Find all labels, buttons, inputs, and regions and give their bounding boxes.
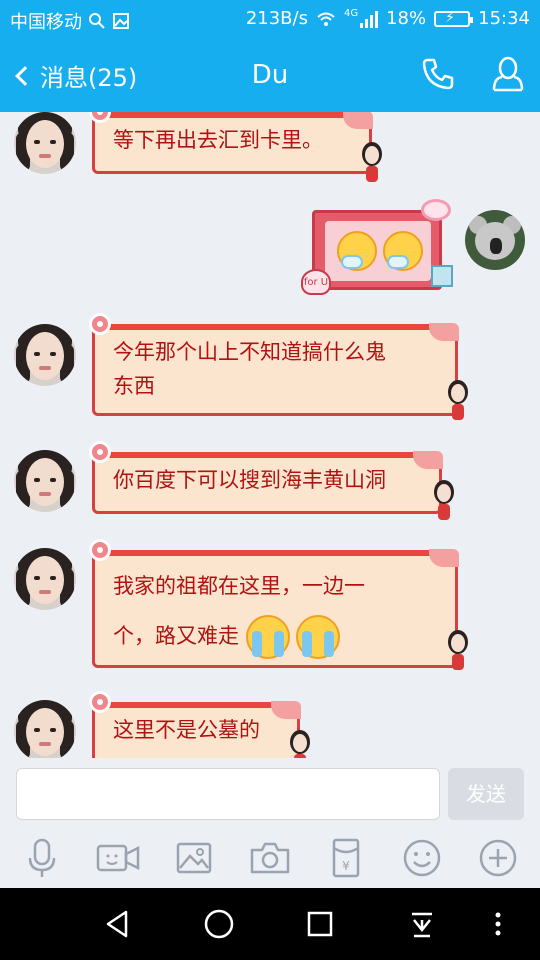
svg-text:¥: ¥ — [342, 859, 350, 873]
message-text: 你百度下可以搜到海丰黄山洞 — [113, 468, 386, 492]
microphone-icon[interactable] — [20, 838, 64, 878]
bubble-decoration-icon — [358, 142, 386, 186]
my-avatar[interactable] — [465, 210, 525, 270]
sleepy-emoji-icon — [337, 231, 377, 271]
avatar[interactable] — [14, 450, 76, 512]
contact-icon[interactable] — [488, 54, 528, 94]
sleepy-emoji-icon — [383, 231, 423, 271]
heart-tag-icon: for U — [301, 269, 331, 295]
recents-nav-icon[interactable] — [302, 906, 338, 942]
gallery-icon — [113, 13, 129, 29]
sticker-message[interactable]: for U — [301, 199, 453, 295]
crying-emoji-icon — [245, 615, 290, 659]
status-bar: 中国移动 213B/s 4G 18% ⚡ 15:34 — [0, 0, 540, 38]
red-packet-icon[interactable]: ¥ — [324, 838, 368, 878]
image-icon[interactable] — [172, 838, 216, 878]
bubble-decoration-icon — [430, 480, 458, 524]
clock: 15:34 — [478, 8, 530, 29]
flower-icon — [89, 313, 111, 335]
back-nav-icon[interactable] — [100, 906, 136, 942]
home-nav-icon[interactable] — [201, 906, 237, 942]
message-bubble[interactable]: 我家的祖都在这里，一边一 个，路又难走 — [89, 539, 459, 668]
message-bubble[interactable]: 这里不是公墓的 — [89, 691, 301, 758]
carrier-label: 中国移动 — [10, 12, 82, 33]
flower-icon — [89, 441, 111, 463]
phone-icon[interactable] — [418, 54, 458, 94]
camera-icon[interactable] — [248, 838, 292, 878]
avatar[interactable] — [14, 700, 76, 758]
video-icon[interactable] — [96, 838, 140, 878]
message-text: 个，路又难走 — [113, 624, 239, 648]
avatar[interactable] — [14, 548, 76, 610]
emoji-icon[interactable] — [400, 838, 444, 878]
chat-area[interactable]: 等下再出去汇到卡里。 for U 今年那个山上不知道搞什么鬼 东西 你百度下可以… — [0, 112, 540, 758]
message-bubble[interactable]: 今年那个山上不知道搞什么鬼 东西 — [89, 313, 459, 416]
message-bubble[interactable]: 你百度下可以搜到海丰黄山洞 — [89, 441, 443, 514]
battery-percent: 18% — [386, 8, 427, 29]
bubble-decoration-icon — [286, 730, 314, 758]
send-button[interactable]: 发送 — [448, 768, 524, 820]
more-nav-icon[interactable] — [480, 906, 516, 942]
message-text: 这里不是公墓的 — [113, 718, 260, 742]
chat-header: 消息(25) Du — [0, 38, 540, 112]
notification-nav-icon[interactable] — [404, 906, 440, 942]
network-speed: 213B/s — [245, 8, 308, 29]
message-bubble[interactable]: 等下再出去汇到卡里。 — [89, 112, 373, 174]
battery-icon: ⚡ — [434, 10, 474, 27]
message-text: 等下再出去汇到卡里。 — [113, 128, 323, 152]
avatar[interactable] — [14, 324, 76, 386]
signal-icon — [360, 10, 379, 28]
bubble-decoration-icon — [444, 630, 472, 674]
gift-bow-icon — [421, 199, 451, 221]
flower-icon — [89, 539, 111, 561]
gift-box-icon — [431, 265, 453, 287]
message-text: 今年那个山上不知道搞什么鬼 — [113, 340, 386, 364]
wifi-icon — [317, 12, 335, 26]
input-bar: 发送 — [0, 758, 540, 830]
search-icon — [89, 13, 105, 29]
plus-icon[interactable] — [476, 838, 520, 878]
flower-icon — [89, 112, 111, 123]
message-text: 我家的祖都在这里，一边一 — [113, 574, 365, 598]
system-nav-bar — [0, 888, 540, 960]
avatar[interactable] — [14, 112, 76, 174]
bubble-decoration-icon — [444, 380, 472, 424]
message-input[interactable] — [16, 768, 440, 820]
message-text: 东西 — [113, 374, 155, 398]
network-type: 4G — [343, 8, 359, 19]
crying-emoji-icon — [296, 615, 341, 659]
flower-icon — [89, 691, 111, 713]
input-toolbar: ¥ — [0, 830, 540, 888]
chat-title: Du — [251, 60, 289, 90]
